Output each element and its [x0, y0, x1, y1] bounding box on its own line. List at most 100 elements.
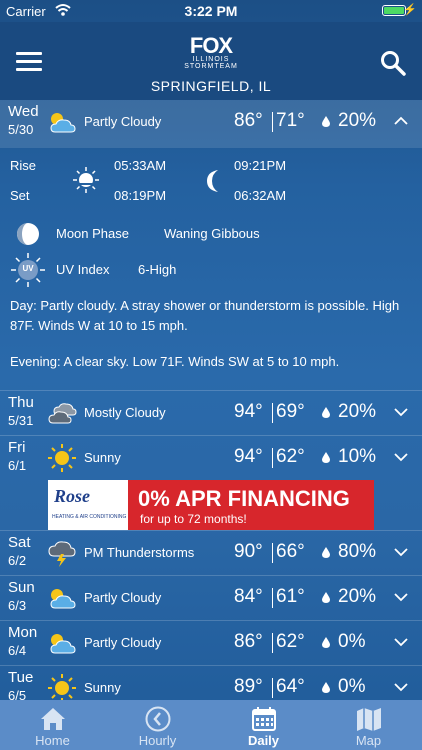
map-icon [357, 708, 381, 731]
thunderstorm-icon [48, 541, 76, 567]
raindrop-icon [322, 116, 330, 127]
moon-phase-value: Waning Gibbous [164, 226, 260, 241]
tab-home[interactable]: Home [0, 700, 105, 750]
day-date: 6/1 [8, 458, 27, 473]
home-icon [41, 708, 65, 730]
high-temp: 86° [234, 110, 263, 131]
partly-cloudy-icon [50, 113, 76, 133]
low-temp: 69° [276, 401, 305, 422]
low-temp: 62° [276, 446, 305, 467]
moon-phase-icon [17, 223, 39, 245]
set-label: Set [10, 188, 30, 203]
precip-chance: 20% [338, 401, 377, 422]
day-row[interactable]: Sat 6/2 PM Thunderstorms 90° 66° 80% [0, 530, 422, 574]
day-of-week: Sat [8, 534, 31, 551]
chevron-up-icon[interactable] [394, 116, 408, 126]
partly-cloudy-icon [50, 589, 76, 609]
evening-forecast-text: Evening: A clear sky. Low 71F. Winds SW … [10, 354, 340, 369]
precip-chance: 10% [338, 446, 377, 467]
day-date: 5/30 [8, 122, 34, 137]
chevron-down-icon[interactable] [394, 592, 408, 602]
raindrop-icon [322, 407, 330, 418]
low-temp: 61° [276, 586, 305, 607]
status-bar: Carrier 3:22 PM ⚡ [0, 0, 422, 22]
tab-daily[interactable]: Daily [211, 700, 316, 750]
day-row-expanded[interactable]: Wed 5/30 Partly Cloudy 86° 71° 20% [0, 100, 422, 148]
temp-divider [272, 112, 273, 132]
raindrop-icon [322, 637, 330, 648]
day-forecast-text: Day: Partly cloudy. A stray shower or th… [10, 298, 400, 333]
day-date: 6/3 [8, 598, 27, 613]
day-row[interactable]: Thu 5/31 Mostly Cloudy 94° 69° 20% [0, 390, 422, 434]
chevron-down-icon[interactable] [394, 452, 408, 462]
precip-chance: 20% [338, 586, 377, 607]
uv-index-value: 6-High [138, 262, 177, 277]
condition-label: Sunny [84, 680, 121, 695]
day-detail-panel: Rise Set 05:33AM 08:19PM 09:21PM 06:32AM… [0, 148, 422, 389]
clock-icon [145, 706, 171, 732]
ad-subheadline: for up to 72 months! [140, 512, 247, 526]
moon-phase-label: Moon Phase [56, 226, 129, 241]
day-of-week: Fri [8, 439, 26, 456]
crescent-moon-icon [207, 170, 218, 192]
ad-banner[interactable]: Rose HEATING & AIR CONDITIONING 0% APR F… [48, 480, 374, 530]
precip-chance: 20% [338, 110, 377, 131]
sunrise-time: 05:33AM [114, 158, 167, 173]
sun-icon [73, 167, 99, 193]
location-title[interactable]: SPRINGFIELD, IL [0, 78, 422, 94]
app-header: FOX ILLINOIS STORMTEAM SPRINGFIELD, IL [0, 22, 422, 100]
raindrop-icon [322, 682, 330, 693]
raindrop-icon [322, 592, 330, 603]
day-row[interactable]: Mon 6/4 Partly Cloudy 86° 62° 0% [0, 620, 422, 664]
temp-divider [272, 588, 273, 608]
precip-chance: 0% [338, 676, 366, 697]
day-of-week: Sun [8, 579, 35, 596]
chevron-down-icon[interactable] [394, 407, 408, 417]
day-of-week: Wed [8, 103, 39, 120]
tab-hourly[interactable]: Hourly [105, 700, 210, 750]
charging-icon: ⚡ [403, 4, 417, 16]
raindrop-icon [322, 452, 330, 463]
menu-icon[interactable] [16, 52, 42, 72]
calendar-icon [252, 707, 276, 731]
advertiser-logo: Rose HEATING & AIR CONDITIONING [48, 480, 128, 530]
high-temp: 84° [234, 586, 263, 607]
condition-label: Partly Cloudy [84, 590, 162, 605]
day-row[interactable]: Fri 6/1 Sunny 94° 62° 10% [0, 435, 422, 479]
high-temp: 90° [234, 541, 263, 562]
raindrop-icon [322, 547, 330, 558]
day-of-week: Mon [8, 624, 38, 641]
sunset-time: 08:19PM [114, 188, 167, 203]
uv-icon: UV [10, 252, 46, 288]
mostly-cloudy-icon [48, 403, 77, 424]
chevron-down-icon[interactable] [394, 637, 408, 647]
sunny-icon [48, 674, 76, 702]
high-temp: 94° [234, 446, 263, 467]
precip-chance: 80% [338, 541, 377, 562]
day-row[interactable]: Sun 6/3 Partly Cloudy 84° 61° 20% [0, 575, 422, 619]
uv-index-label: UV Index [56, 262, 110, 277]
temp-divider [272, 403, 273, 423]
bottom-tab-bar: Home Hourly Daily Map [0, 700, 422, 750]
low-temp: 64° [276, 676, 305, 697]
chevron-down-icon[interactable] [394, 682, 408, 692]
search-icon[interactable] [380, 50, 406, 76]
high-temp: 94° [234, 401, 263, 422]
day-date: 5/31 [8, 413, 34, 428]
condition-label: Sunny [84, 450, 121, 465]
low-temp: 62° [276, 631, 305, 652]
day-of-week: Thu [8, 394, 34, 411]
temp-divider [272, 448, 273, 468]
day-date: 6/2 [8, 553, 27, 568]
high-temp: 86° [234, 631, 263, 652]
clock-time: 3:22 PM [184, 3, 238, 19]
low-temp: 71° [276, 110, 305, 131]
day-date: 6/4 [8, 643, 27, 658]
tab-map[interactable]: Map [316, 700, 421, 750]
moonrise-time: 09:21PM [234, 158, 287, 173]
chevron-down-icon[interactable] [394, 547, 408, 557]
moonset-time: 06:32AM [234, 188, 287, 203]
temp-divider [272, 543, 273, 563]
high-temp: 89° [234, 676, 263, 697]
low-temp: 66° [276, 541, 305, 562]
